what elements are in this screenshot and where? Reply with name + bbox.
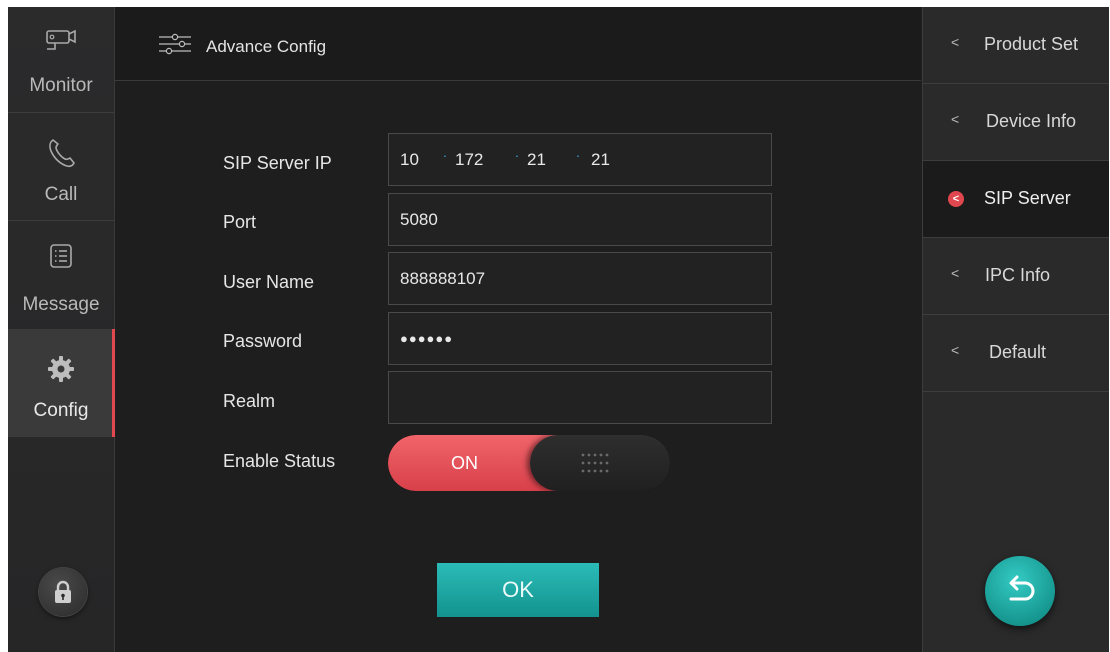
selected-chevron-icon: <: [948, 191, 964, 207]
chevron-left-icon: <: [951, 34, 960, 50]
password-label: Password: [223, 331, 303, 351]
toggle-knob[interactable]: [530, 435, 670, 491]
port-label: Port: [223, 212, 257, 232]
nav-monitor[interactable]: Monitor: [8, 7, 114, 112]
password-field[interactable]: ●●●●●●: [388, 312, 772, 365]
menu-item-sip-server[interactable]: < SIP Server: [923, 161, 1109, 238]
ip-octet-4[interactable]: 21: [591, 134, 610, 185]
enable-status-label: Enable Status: [223, 451, 336, 471]
back-button[interactable]: [985, 556, 1055, 626]
chevron-left-icon: <: [951, 342, 960, 358]
menu-item-label: Product Set: [984, 34, 1079, 54]
nav-call[interactable]: Call: [8, 113, 114, 218]
port-field[interactable]: 5080: [388, 193, 772, 246]
ip-separator: .: [576, 144, 580, 160]
phone-icon: [8, 137, 114, 174]
chevron-left-icon: <: [951, 265, 960, 281]
left-nav: Monitor Call Message Config: [8, 7, 115, 652]
ip-separator: .: [515, 144, 519, 160]
sip-server-ip-field[interactable]: 10 . 172 . 21 . 21: [388, 133, 772, 186]
ip-octet-2[interactable]: 172: [455, 134, 483, 185]
realm-field[interactable]: [388, 371, 772, 424]
nav-config[interactable]: Config: [8, 329, 115, 437]
menu-item-default[interactable]: < Default: [923, 315, 1109, 392]
right-menu: < Product Set < Device Info < SIP Server…: [922, 7, 1109, 652]
message-icon: [8, 243, 114, 274]
page-title: Advance Config: [206, 37, 327, 56]
nav-config-label: Config: [33, 400, 89, 421]
ip-octet-1[interactable]: 10: [400, 134, 419, 185]
menu-item-ipc-info[interactable]: < IPC Info: [923, 238, 1109, 315]
chevron-left-icon: <: [951, 111, 960, 127]
menu-item-device-info[interactable]: < Device Info: [923, 84, 1109, 161]
return-icon: [1009, 575, 1035, 601]
enable-status-toggle[interactable]: ON: [388, 435, 670, 491]
menu-item-label: SIP Server: [984, 188, 1071, 208]
screen: Monitor Call Message Config Advance Conf…: [8, 7, 1109, 652]
nav-message[interactable]: Message: [8, 221, 114, 326]
lock-icon: [53, 580, 73, 609]
menu-item-label: Device Info: [986, 111, 1077, 131]
camera-icon: [8, 27, 114, 64]
user-name-field[interactable]: 888888107: [388, 252, 772, 305]
menu-item-label: Default: [989, 342, 1047, 362]
ip-separator: .: [443, 144, 447, 160]
lock-button[interactable]: [39, 568, 87, 616]
user-name-label: User Name: [223, 272, 315, 292]
header-bar: Advance Config: [115, 7, 921, 81]
gear-icon: [8, 355, 114, 388]
menu-item-label: IPC Info: [985, 265, 1051, 285]
ip-octet-3[interactable]: 21: [527, 134, 546, 185]
nav-monitor-label: Monitor: [29, 75, 93, 96]
menu-item-product-set[interactable]: < Product Set: [923, 7, 1109, 84]
sip-server-ip-label: SIP Server IP: [223, 153, 332, 173]
realm-label: Realm: [223, 391, 276, 411]
toggle-on-label: ON: [451, 453, 478, 473]
nav-call-label: Call: [44, 184, 78, 205]
sliders-icon: [158, 33, 192, 60]
ok-button[interactable]: OK: [437, 563, 599, 617]
grip-dots-icon: [581, 453, 609, 473]
nav-message-label: Message: [22, 294, 100, 315]
